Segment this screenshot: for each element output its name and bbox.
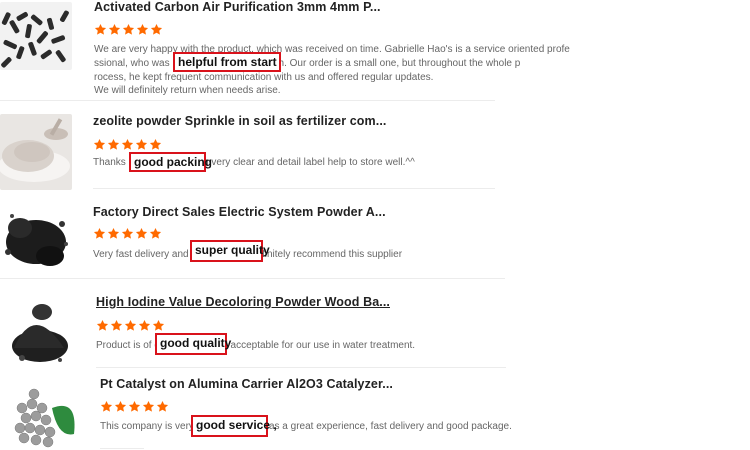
product-title[interactable]: High Iodine Value Decoloring Powder Wood… [96, 295, 390, 309]
rating-stars [96, 319, 165, 332]
product-thumbnail[interactable] [8, 378, 80, 450]
highlight-box: good quality [155, 333, 231, 355]
white-powder-image [0, 114, 72, 190]
divider [93, 188, 495, 189]
black-pellets-image [0, 2, 72, 70]
review-item: Pt Catalyst on Alumina Carrier Al2O3 Cat… [0, 372, 600, 450]
grey-spheres-image [8, 378, 80, 450]
rating-stars [93, 138, 162, 151]
review-text-line: This company is very good service , was … [100, 421, 512, 432]
divider [0, 278, 505, 279]
review-text-line: We are very happy with the product, whic… [94, 44, 570, 55]
star-icon [107, 227, 120, 239]
review-text-line: We will definitely return when needs ari… [94, 85, 281, 96]
review-item: Activated Carbon Air Purification 3mm 4m… [0, 0, 600, 100]
star-icon [150, 23, 163, 35]
rating-stars [100, 400, 169, 413]
star-icon [135, 227, 148, 239]
highlight-box: helpful from start [173, 52, 281, 72]
star-icon [122, 23, 135, 35]
highlight-box: good packing [129, 152, 212, 172]
star-icon [107, 138, 120, 150]
star-icon [93, 138, 106, 150]
star-icon [110, 319, 123, 331]
black-powder-pile-image [4, 292, 74, 368]
star-icon [93, 227, 106, 239]
product-thumbnail[interactable] [4, 292, 74, 368]
review-item: Factory Direct Sales Electric System Pow… [0, 196, 600, 280]
product-thumbnail[interactable] [0, 114, 72, 190]
star-icon [94, 23, 107, 35]
star-icon [121, 138, 134, 150]
star-icon [114, 400, 127, 412]
star-icon [152, 319, 165, 331]
divider [0, 100, 495, 101]
rating-stars [93, 227, 162, 240]
divider [96, 367, 506, 368]
star-icon [142, 400, 155, 412]
highlight-box: good service , [191, 415, 277, 437]
star-icon [108, 23, 121, 35]
rating-stars [94, 23, 163, 36]
product-thumbnail[interactable] [0, 204, 72, 276]
product-title[interactable]: Factory Direct Sales Electric System Pow… [93, 205, 386, 219]
star-icon [138, 319, 151, 331]
star-icon [121, 227, 134, 239]
star-icon [136, 23, 149, 35]
product-title[interactable]: zeolite powder Sprinkle in soil as ferti… [93, 114, 386, 128]
star-icon [135, 138, 148, 150]
star-icon [149, 138, 162, 150]
star-icon [156, 400, 169, 412]
star-icon [149, 227, 162, 239]
review-item: zeolite powder Sprinkle in soil as ferti… [0, 108, 600, 190]
star-icon [128, 400, 141, 412]
product-title[interactable]: Pt Catalyst on Alumina Carrier Al2O3 Cat… [100, 377, 393, 391]
product-title[interactable]: Activated Carbon Air Purification 3mm 4m… [94, 0, 381, 14]
review-item: High Iodine Value Decoloring Powder Wood… [0, 286, 600, 370]
highlight-box: super quality [190, 240, 270, 262]
black-powder-image [0, 204, 72, 276]
star-icon [96, 319, 109, 331]
review-text-line: ssional, who was helpful from start to f… [94, 58, 521, 69]
divider [100, 448, 144, 449]
review-text-line: Product is of good quality and acceptabl… [96, 340, 416, 351]
product-thumbnail[interactable] [0, 2, 72, 70]
star-icon [100, 400, 113, 412]
star-icon [124, 319, 137, 331]
